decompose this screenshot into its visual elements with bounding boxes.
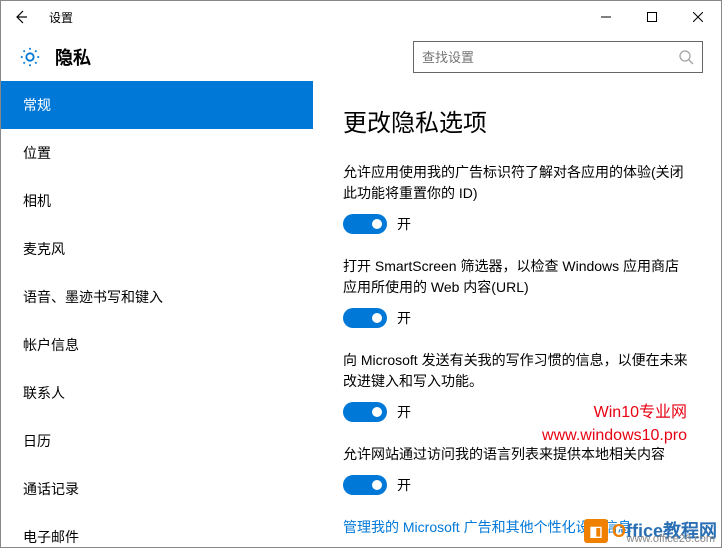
header: 隐私 xyxy=(1,33,721,81)
sidebar-item-call-history[interactable]: 通话记录 xyxy=(1,465,313,513)
sidebar-item-calendar[interactable]: 日历 xyxy=(1,417,313,465)
sidebar-item-label: 通话记录 xyxy=(23,481,79,497)
sidebar-item-label: 联系人 xyxy=(23,385,65,401)
minimize-button[interactable] xyxy=(583,1,629,33)
toggle-smartscreen[interactable] xyxy=(343,308,387,328)
link-privacy-statement[interactable]: 隐私声明 xyxy=(343,545,691,547)
search-icon xyxy=(678,49,694,65)
main-panel: 更改隐私选项 允许应用使用我的广告标识符了解对各应用的体验(关闭此功能将重置你的… xyxy=(313,81,721,547)
office-logo-icon: ◧ xyxy=(584,519,608,543)
close-icon xyxy=(693,12,703,22)
main-heading: 更改隐私选项 xyxy=(343,103,691,138)
sidebar-item-label: 麦克风 xyxy=(23,241,65,257)
sidebar-item-label: 电子邮件 xyxy=(23,529,79,545)
toggle-advertising-id[interactable] xyxy=(343,214,387,234)
setting-desc: 允许应用使用我的广告标识符了解对各应用的体验(关闭此功能将重置你的 ID) xyxy=(343,162,691,204)
sidebar-item-location[interactable]: 位置 xyxy=(1,129,313,177)
minimize-icon xyxy=(601,12,611,22)
sidebar-item-email[interactable]: 电子邮件 xyxy=(1,513,313,547)
sidebar-item-label: 相机 xyxy=(23,193,51,209)
gear-icon xyxy=(19,46,41,68)
setting-desc: 打开 SmartScreen 筛选器，以检查 Windows 应用商店应用所使用… xyxy=(343,256,691,298)
sidebar-item-account[interactable]: 帐户信息 xyxy=(1,321,313,369)
window-title: 设置 xyxy=(49,9,73,26)
sidebar-item-microphone[interactable]: 麦克风 xyxy=(1,225,313,273)
watermark-office26: ◧ Office教程网 www.office26.com xyxy=(584,519,717,543)
sidebar-item-label: 位置 xyxy=(23,145,51,161)
watermark-line2: www.windows10.pro xyxy=(542,425,687,447)
maximize-icon xyxy=(647,12,657,22)
back-button[interactable] xyxy=(1,1,41,33)
sidebar-item-label: 语音、墨迹书写和键入 xyxy=(23,289,163,305)
watermark-o: O xyxy=(612,521,626,541)
content-area: 常规 位置 相机 麦克风 语音、墨迹书写和键入 帐户信息 联系人 日历 通话记录… xyxy=(1,81,721,547)
toggle-label: 开 xyxy=(397,402,411,422)
setting-advertising-id: 允许应用使用我的广告标识符了解对各应用的体验(关闭此功能将重置你的 ID) 开 xyxy=(343,162,691,234)
search-box[interactable] xyxy=(413,41,703,73)
toggle-label: 开 xyxy=(397,308,411,328)
toggle-language-list[interactable] xyxy=(343,475,387,495)
sidebar-item-contacts[interactable]: 联系人 xyxy=(1,369,313,417)
setting-desc: 允许网站通过访问我的语言列表来提供本地相关内容 xyxy=(343,444,691,465)
sidebar-item-camera[interactable]: 相机 xyxy=(1,177,313,225)
search-input[interactable] xyxy=(422,50,678,65)
titlebar: 设置 xyxy=(1,1,721,33)
back-arrow-icon xyxy=(13,9,29,25)
sidebar-item-label: 帐户信息 xyxy=(23,337,79,353)
watermark-line1: Win10专业网 xyxy=(542,402,687,424)
sidebar-item-speech-inking[interactable]: 语音、墨迹书写和键入 xyxy=(1,273,313,321)
page-title: 隐私 xyxy=(55,44,91,70)
setting-language-list: 允许网站通过访问我的语言列表来提供本地相关内容 开 xyxy=(343,444,691,495)
maximize-button[interactable] xyxy=(629,1,675,33)
watermark-win10pro: Win10专业网 www.windows10.pro xyxy=(542,402,687,447)
toggle-label: 开 xyxy=(397,475,411,495)
sidebar-item-label: 日历 xyxy=(23,433,51,449)
setting-smartscreen: 打开 SmartScreen 筛选器，以检查 Windows 应用商店应用所使用… xyxy=(343,256,691,328)
toggle-typing-info[interactable] xyxy=(343,402,387,422)
sidebar-item-label: 常规 xyxy=(23,97,51,113)
setting-desc: 向 Microsoft 发送有关我的写作习惯的信息，以便在未来改进键入和写入功能… xyxy=(343,350,691,392)
toggle-label: 开 xyxy=(397,214,411,234)
close-button[interactable] xyxy=(675,1,721,33)
watermark-url: www.office26.com xyxy=(627,534,715,545)
sidebar-item-general[interactable]: 常规 xyxy=(1,81,313,129)
sidebar: 常规 位置 相机 麦克风 语音、墨迹书写和键入 帐户信息 联系人 日历 通话记录… xyxy=(1,81,313,547)
